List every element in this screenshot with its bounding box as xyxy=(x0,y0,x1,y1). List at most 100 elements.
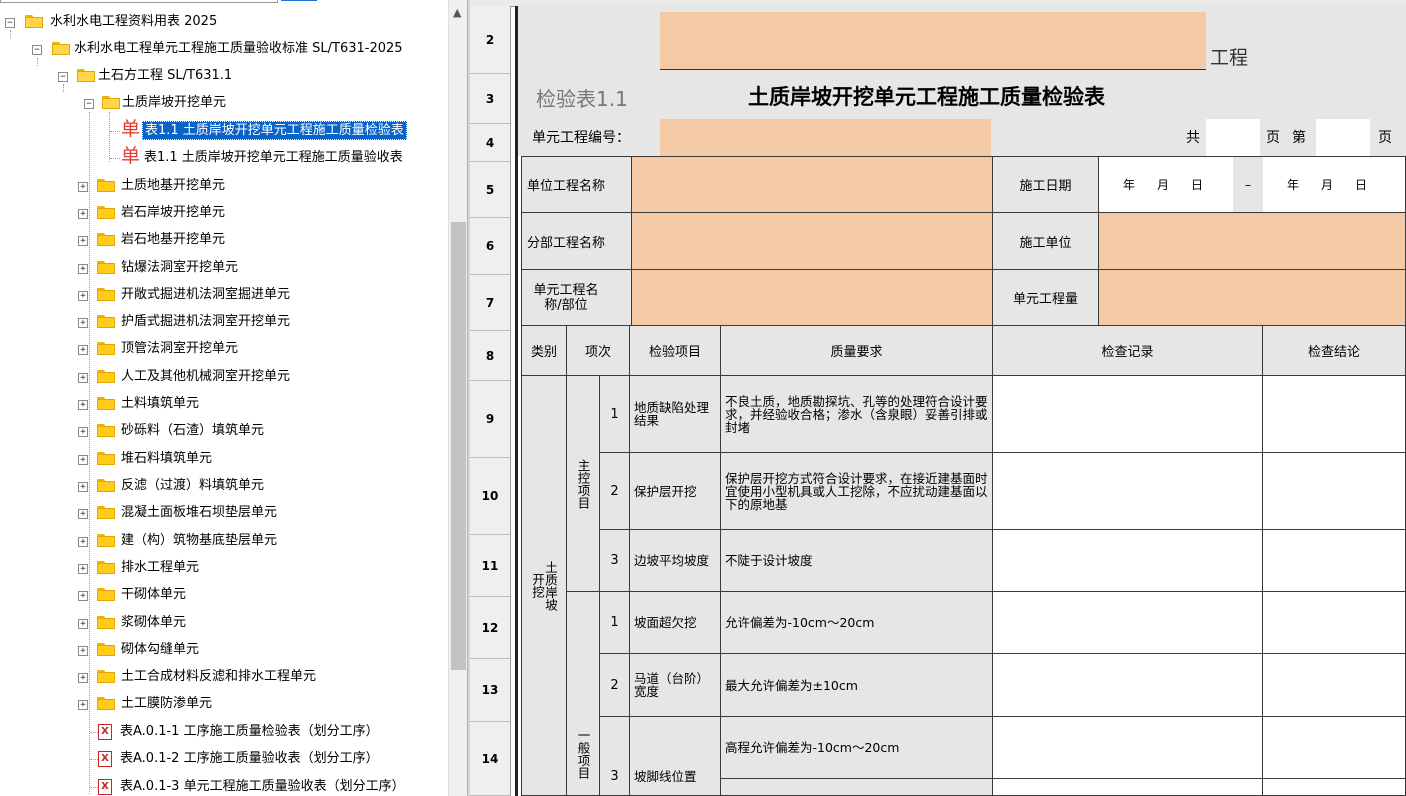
expand-icon[interactable]: + xyxy=(78,373,88,383)
check-record-field[interactable] xyxy=(992,375,1263,453)
expand-icon[interactable]: + xyxy=(78,345,88,355)
row-header[interactable]: 12 xyxy=(470,597,510,659)
collapse-icon[interactable]: − xyxy=(58,72,68,82)
tree-node-folder[interactable]: + 岩石地基开挖单元 xyxy=(0,228,448,252)
check-record-field[interactable] xyxy=(992,653,1263,717)
tree-scrollbar[interactable]: ▲ xyxy=(448,0,467,796)
expand-icon[interactable]: + xyxy=(78,564,88,574)
tree-node-folder[interactable]: + 开敞式掘进机法洞室掘进单元 xyxy=(0,283,448,307)
conclusion-field[interactable] xyxy=(1262,375,1406,453)
unit-work-qty-field[interactable] xyxy=(1098,269,1406,326)
expand-icon[interactable]: + xyxy=(78,264,88,274)
tree-node-folder[interactable]: + 砂砾料（石渣）填筑单元 xyxy=(0,419,448,443)
tree-node-folder[interactable]: + 干砌体单元 xyxy=(0,583,448,607)
tree-node-label: 砂砾料（石渣）填筑单元 xyxy=(121,423,265,438)
check-record-field[interactable] xyxy=(992,778,1263,796)
row-header[interactable]: 3 xyxy=(470,74,510,124)
tree-node-file[interactable]: X 表A.0.1-3 单元工程施工质量验收表（划分工序） xyxy=(0,775,448,796)
tree-node-folder[interactable]: + 建（构）筑物基底垫层单元 xyxy=(0,529,448,553)
expand-icon[interactable]: + xyxy=(78,537,88,547)
general-group: 一般项目 xyxy=(566,591,600,796)
tree-node-folder[interactable]: + 钻爆法洞室开挖单元 xyxy=(0,256,448,280)
check-record-field[interactable] xyxy=(992,529,1263,592)
tree-node-folder[interactable]: + 砌体勾缝单元 xyxy=(0,638,448,662)
expand-icon[interactable]: + xyxy=(78,236,88,246)
row-header[interactable]: 14 xyxy=(470,722,510,796)
row-header[interactable]: 8 xyxy=(470,331,510,381)
sub-project-name-field[interactable] xyxy=(631,212,993,270)
conclusion-field[interactable] xyxy=(1262,591,1406,654)
row-header[interactable]: 5 xyxy=(470,162,510,218)
page-no-field[interactable] xyxy=(1316,119,1370,156)
expand-icon[interactable]: + xyxy=(78,427,88,437)
row-header-column: 2 3 4 5 6 7 8 9 10 11 12 13 14 xyxy=(470,6,511,796)
tree-node-folder[interactable]: + 土工膜防渗单元 xyxy=(0,692,448,716)
check-record-field[interactable] xyxy=(992,452,1263,530)
construction-date-field[interactable]: 年 月 日 – 年 月 日 xyxy=(1098,156,1406,213)
conclusion-field[interactable] xyxy=(1262,452,1406,530)
row-header[interactable]: 7 xyxy=(470,275,510,331)
tree-search-input[interactable] xyxy=(0,0,278,3)
tree-node-label: 土质地基开挖单元 xyxy=(121,178,226,193)
row-header[interactable]: 9 xyxy=(470,381,510,458)
conclusion-field[interactable] xyxy=(1262,653,1406,717)
project-name-field[interactable] xyxy=(660,12,1206,70)
expand-icon[interactable]: + xyxy=(78,182,88,192)
unit-project-name-field[interactable] xyxy=(631,156,993,213)
tree-node-file[interactable]: X 表A.0.1-1 工序施工质量检验表（划分工序） xyxy=(0,720,448,744)
tree-node-folder[interactable]: + 排水工程单元 xyxy=(0,556,448,580)
tree-node-folder[interactable]: + 反滤（过渡）料填筑单元 xyxy=(0,474,448,498)
check-record-field[interactable] xyxy=(992,591,1263,654)
expand-icon[interactable]: + xyxy=(78,455,88,465)
scroll-up-icon[interactable]: ▲ xyxy=(453,6,461,19)
tree-node-folder[interactable]: + 护盾式掘进机法洞室开挖单元 xyxy=(0,310,448,334)
construction-company-field[interactable] xyxy=(1098,212,1406,270)
expand-icon[interactable]: + xyxy=(78,591,88,601)
scrollbar-thumb[interactable] xyxy=(451,222,466,670)
unit-work-name-field[interactable] xyxy=(631,269,993,326)
tree-node-folder[interactable]: + 土工合成材料反滤和排水工程单元 xyxy=(0,665,448,689)
tree-node-folder[interactable]: + 浆砌体单元 xyxy=(0,611,448,635)
unit-code-field[interactable] xyxy=(660,119,991,156)
tree-node-folder[interactable]: + 混凝土面板堆石坝垫层单元 xyxy=(0,501,448,525)
tree-node-folder[interactable]: + 土料填筑单元 xyxy=(0,392,448,416)
conclusion-field[interactable] xyxy=(1262,529,1406,592)
tree-node-root[interactable]: − 水利水电工程资料用表 2025 xyxy=(0,10,448,34)
tree-node-folder[interactable]: + 岩石岸坡开挖单元 xyxy=(0,201,448,225)
expand-icon[interactable]: + xyxy=(78,700,88,710)
expand-icon[interactable]: + xyxy=(78,318,88,328)
form-unit-icon: 单 xyxy=(121,118,141,140)
tree-node-soil-bank[interactable]: − 土质岸坡开挖单元 xyxy=(0,91,448,115)
expand-icon[interactable]: + xyxy=(78,209,88,219)
row-header[interactable]: 4 xyxy=(470,124,510,162)
conclusion-field[interactable] xyxy=(1262,716,1406,779)
expand-icon[interactable]: + xyxy=(78,509,88,519)
tree-node-folder[interactable]: + 人工及其他机械洞室开挖单元 xyxy=(0,365,448,389)
conclusion-field[interactable] xyxy=(1262,778,1406,796)
collapse-icon[interactable]: − xyxy=(32,45,42,55)
tree-node-inspection-form[interactable]: 单 表1.1 土质岸坡开挖单元工程施工质量检验表 xyxy=(0,118,448,143)
row-header[interactable]: 13 xyxy=(470,659,510,722)
tree-search-button[interactable] xyxy=(281,0,317,1)
tree-node-file[interactable]: X 表A.0.1-2 工序施工质量验收表（划分工序） xyxy=(0,747,448,771)
expand-icon[interactable]: + xyxy=(78,291,88,301)
tree-node-standard[interactable]: − 水利水电工程单元工程施工质量验收标准 SL/T631-2025 xyxy=(0,37,448,61)
check-record-field[interactable] xyxy=(992,716,1263,779)
expand-icon[interactable]: + xyxy=(78,482,88,492)
collapse-icon[interactable]: − xyxy=(5,18,15,28)
tree-node-folder[interactable]: + 堆石料填筑单元 xyxy=(0,447,448,471)
row-header[interactable]: 10 xyxy=(470,458,510,535)
row-header[interactable]: 2 xyxy=(470,6,510,74)
tree-node-earthwork[interactable]: − 土石方工程 SL/T631.1 xyxy=(0,64,448,88)
expand-icon[interactable]: + xyxy=(78,400,88,410)
expand-icon[interactable]: + xyxy=(78,619,88,629)
row-header[interactable]: 11 xyxy=(470,535,510,597)
total-pages-field[interactable] xyxy=(1206,119,1260,156)
tree-node-folder[interactable]: + 顶管法洞室开挖单元 xyxy=(0,337,448,361)
row-header[interactable]: 6 xyxy=(470,218,510,275)
tree-node-folder[interactable]: + 土质地基开挖单元 xyxy=(0,174,448,198)
tree-node-acceptance-form[interactable]: 单 表1.1 土质岸坡开挖单元工程施工质量验收表 xyxy=(0,145,448,170)
expand-icon[interactable]: + xyxy=(78,673,88,683)
collapse-icon[interactable]: − xyxy=(84,99,94,109)
expand-icon[interactable]: + xyxy=(78,646,88,656)
